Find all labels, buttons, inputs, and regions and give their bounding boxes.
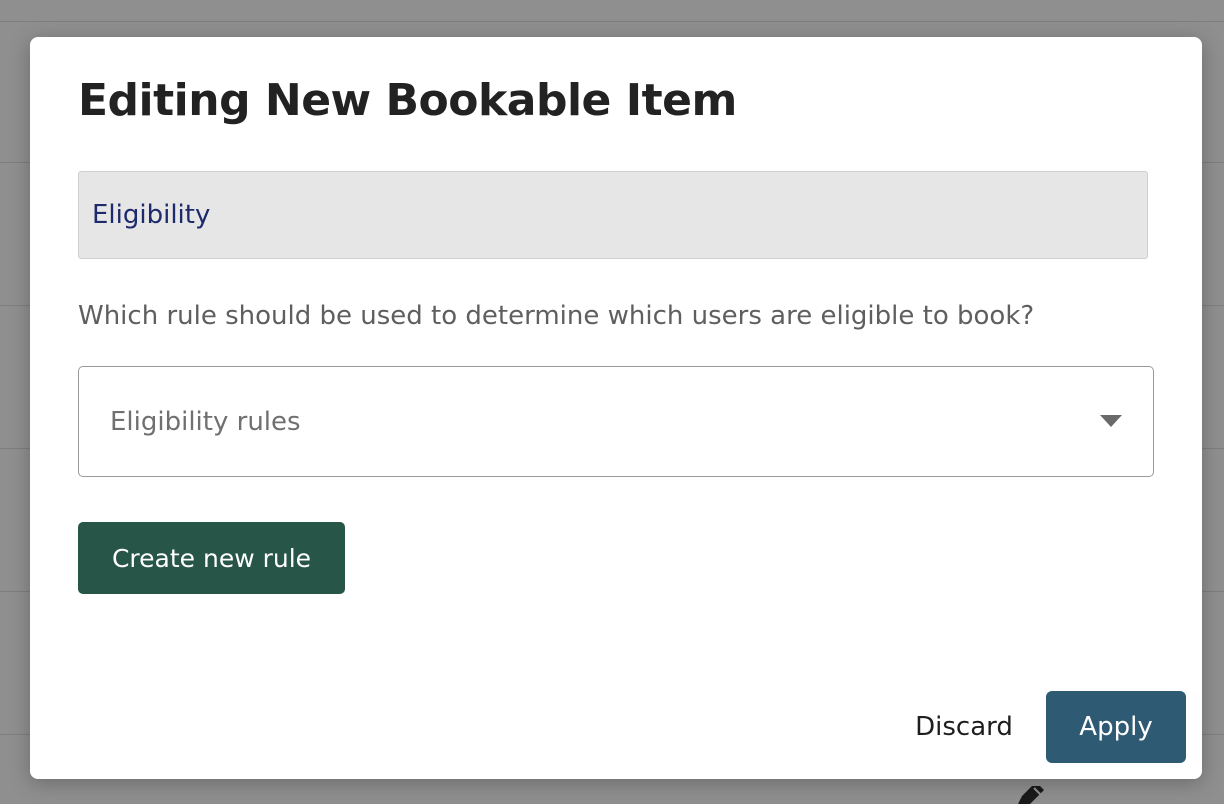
eligibility-rules-select[interactable]: Eligibility rules [78, 366, 1154, 477]
pencil-icon[interactable] [1014, 786, 1048, 804]
background-row-divider [0, 21, 1224, 22]
section-header-label: Eligibility [92, 200, 211, 230]
modal-title: Editing New Bookable Item [78, 75, 737, 126]
select-placeholder: Eligibility rules [110, 407, 301, 437]
apply-button[interactable]: Apply [1046, 691, 1186, 763]
chevron-down-icon [1100, 415, 1122, 427]
discard-button[interactable]: Discard [904, 705, 1024, 749]
create-new-rule-button[interactable]: Create new rule [78, 522, 345, 594]
edit-item-modal: Editing New Bookable Item Eligibility Wh… [30, 37, 1202, 779]
section-header: Eligibility [78, 171, 1148, 259]
eligibility-question: Which rule should be used to determine w… [78, 301, 1035, 331]
